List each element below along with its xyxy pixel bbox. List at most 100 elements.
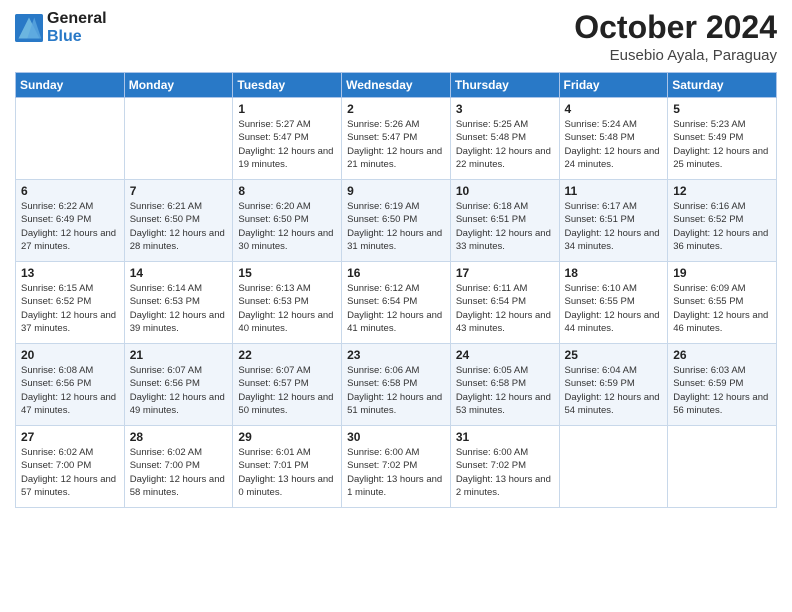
col-sunday: Sunday	[16, 73, 125, 98]
calendar-cell-w4-d7: 26 Sunrise: 6:03 AMSunset: 6:59 PMDayligh…	[668, 344, 777, 426]
day-number: 26	[673, 348, 771, 362]
calendar-cell-w2-d7: 12 Sunrise: 6:16 AMSunset: 6:52 PMDayligh…	[668, 180, 777, 262]
logo-icon	[15, 14, 43, 42]
day-info: Sunrise: 5:27 AMSunset: 5:47 PMDaylight:…	[238, 118, 336, 171]
month-year-title: October 2024	[574, 10, 777, 45]
day-info: Sunrise: 6:15 AMSunset: 6:52 PMDaylight:…	[21, 282, 119, 335]
day-info: Sunrise: 5:23 AMSunset: 5:49 PMDaylight:…	[673, 118, 771, 171]
calendar-cell-w3-d5: 17Sunrise: 6:11 AMSunset: 6:54 PMDayligh…	[450, 262, 559, 344]
calendar-cell-w5-d6	[559, 426, 668, 508]
calendar-header-row: Sunday Monday Tuesday Wednesday Thursday…	[16, 73, 777, 98]
day-number: 28	[130, 430, 228, 444]
day-info: Sunrise: 6:07 AMSunset: 6:57 PMDaylight:…	[238, 364, 336, 417]
calendar-cell-w1-d1	[16, 98, 125, 180]
day-info: Sunrise: 5:26 AMSunset: 5:47 PMDaylight:…	[347, 118, 445, 171]
calendar-cell-w2-d5: 10Sunrise: 6:18 AMSunset: 6:51 PMDayligh…	[450, 180, 559, 262]
day-number: 14	[130, 266, 228, 280]
day-number: 9	[347, 184, 445, 198]
day-number: 16	[347, 266, 445, 280]
day-info: Sunrise: 6:09 AMSunset: 6:55 PMDaylight:…	[673, 282, 771, 335]
calendar-cell-w1-d5: 3Sunrise: 5:25 AMSunset: 5:48 PMDaylight…	[450, 98, 559, 180]
page: General Blue October 2024 Eusebio Ayala,…	[0, 0, 792, 612]
day-number: 6	[21, 184, 119, 198]
day-info: Sunrise: 6:06 AMSunset: 6:58 PMDaylight:…	[347, 364, 445, 417]
calendar-cell-w1-d6: 4 Sunrise: 5:24 AMSunset: 5:48 PMDaylight…	[559, 98, 668, 180]
col-thursday: Thursday	[450, 73, 559, 98]
day-info: Sunrise: 6:00 AMSunset: 7:02 PMDaylight:…	[456, 446, 554, 499]
calendar-cell-w2-d4: 9Sunrise: 6:19 AMSunset: 6:50 PMDaylight…	[342, 180, 451, 262]
location-subtitle: Eusebio Ayala, Paraguay	[574, 47, 777, 64]
col-saturday: Saturday	[668, 73, 777, 98]
calendar-cell-w5-d4: 30Sunrise: 6:00 AMSunset: 7:02 PMDayligh…	[342, 426, 451, 508]
day-info: Sunrise: 6:21 AMSunset: 6:50 PMDaylight:…	[130, 200, 228, 253]
calendar-cell-w1-d7: 5 Sunrise: 5:23 AMSunset: 5:49 PMDaylight…	[668, 98, 777, 180]
col-friday: Friday	[559, 73, 668, 98]
day-number: 27	[21, 430, 119, 444]
calendar-cell-w5-d3: 29 Sunrise: 6:01 AMSunset: 7:01 PMDayligh…	[233, 426, 342, 508]
col-tuesday: Tuesday	[233, 73, 342, 98]
day-info: Sunrise: 6:05 AMSunset: 6:58 PMDaylight:…	[456, 364, 554, 417]
day-number: 13	[21, 266, 119, 280]
day-number: 22	[238, 348, 336, 362]
calendar-cell-w4-d4: 23 Sunrise: 6:06 AMSunset: 6:58 PMDayligh…	[342, 344, 451, 426]
day-number: 7	[130, 184, 228, 198]
calendar-cell-w1-d2	[124, 98, 233, 180]
calendar-cell-w3-d6: 18 Sunrise: 6:10 AMSunset: 6:55 PMDayligh…	[559, 262, 668, 344]
day-info: Sunrise: 6:07 AMSunset: 6:56 PMDaylight:…	[130, 364, 228, 417]
calendar-cell-w2-d1: 6 Sunrise: 6:22 AMSunset: 6:49 PMDaylight…	[16, 180, 125, 262]
day-number: 24	[456, 348, 554, 362]
title-block: October 2024 Eusebio Ayala, Paraguay	[574, 10, 777, 64]
day-number: 25	[565, 348, 663, 362]
calendar-cell-w5-d7	[668, 426, 777, 508]
day-info: Sunrise: 6:18 AMSunset: 6:51 PMDaylight:…	[456, 200, 554, 253]
day-number: 12	[673, 184, 771, 198]
calendar-cell-w4-d6: 25 Sunrise: 6:04 AMSunset: 6:59 PMDayligh…	[559, 344, 668, 426]
day-info: Sunrise: 6:00 AMSunset: 7:02 PMDaylight:…	[347, 446, 445, 499]
day-info: Sunrise: 6:17 AMSunset: 6:51 PMDaylight:…	[565, 200, 663, 253]
day-number: 23	[347, 348, 445, 362]
day-info: Sunrise: 6:22 AMSunset: 6:49 PMDaylight:…	[21, 200, 119, 253]
calendar-cell-w4-d3: 22 Sunrise: 6:07 AMSunset: 6:57 PMDayligh…	[233, 344, 342, 426]
calendar-cell-w5-d1: 27Sunrise: 6:02 AMSunset: 7:00 PMDayligh…	[16, 426, 125, 508]
day-info: Sunrise: 6:08 AMSunset: 6:56 PMDaylight:…	[21, 364, 119, 417]
day-number: 19	[673, 266, 771, 280]
day-info: Sunrise: 6:04 AMSunset: 6:59 PMDaylight:…	[565, 364, 663, 417]
day-number: 1	[238, 102, 336, 116]
col-monday: Monday	[124, 73, 233, 98]
calendar-cell-w4-d2: 21Sunrise: 6:07 AMSunset: 6:56 PMDayligh…	[124, 344, 233, 426]
calendar-cell-w3-d4: 16Sunrise: 6:12 AMSunset: 6:54 PMDayligh…	[342, 262, 451, 344]
day-number: 4	[565, 102, 663, 116]
calendar-cell-w5-d5: 31Sunrise: 6:00 AMSunset: 7:02 PMDayligh…	[450, 426, 559, 508]
calendar-cell-w2-d2: 7 Sunrise: 6:21 AMSunset: 6:50 PMDaylight…	[124, 180, 233, 262]
day-number: 5	[673, 102, 771, 116]
day-info: Sunrise: 6:16 AMSunset: 6:52 PMDaylight:…	[673, 200, 771, 253]
logo: General Blue	[15, 10, 107, 46]
day-info: Sunrise: 6:13 AMSunset: 6:53 PMDaylight:…	[238, 282, 336, 335]
day-info: Sunrise: 6:01 AMSunset: 7:01 PMDaylight:…	[238, 446, 336, 499]
calendar-cell-w1-d3: 1 Sunrise: 5:27 AMSunset: 5:47 PMDaylight…	[233, 98, 342, 180]
calendar-week-4: 20 Sunrise: 6:08 AMSunset: 6:56 PMDayligh…	[16, 344, 777, 426]
calendar-week-3: 13 Sunrise: 6:15 AMSunset: 6:52 PMDayligh…	[16, 262, 777, 344]
day-info: Sunrise: 6:11 AMSunset: 6:54 PMDaylight:…	[456, 282, 554, 335]
calendar-cell-w2-d6: 11Sunrise: 6:17 AMSunset: 6:51 PMDayligh…	[559, 180, 668, 262]
calendar-week-2: 6 Sunrise: 6:22 AMSunset: 6:49 PMDaylight…	[16, 180, 777, 262]
day-number: 2	[347, 102, 445, 116]
header: General Blue October 2024 Eusebio Ayala,…	[15, 10, 777, 64]
day-info: Sunrise: 6:02 AMSunset: 7:00 PMDaylight:…	[130, 446, 228, 499]
calendar-cell-w5-d2: 28 Sunrise: 6:02 AMSunset: 7:00 PMDayligh…	[124, 426, 233, 508]
day-info: Sunrise: 5:25 AMSunset: 5:48 PMDaylight:…	[456, 118, 554, 171]
calendar-table: Sunday Monday Tuesday Wednesday Thursday…	[15, 72, 777, 508]
day-number: 29	[238, 430, 336, 444]
calendar-cell-w3-d7: 19 Sunrise: 6:09 AMSunset: 6:55 PMDayligh…	[668, 262, 777, 344]
day-info: Sunrise: 6:10 AMSunset: 6:55 PMDaylight:…	[565, 282, 663, 335]
calendar-week-5: 27 Sunrise: 6:02 AMSunset: 7:00 PMDayligh…	[16, 426, 777, 508]
calendar-cell-w4-d5: 24 Sunrise: 6:05 AMSunset: 6:58 PMDayligh…	[450, 344, 559, 426]
day-number: 20	[21, 348, 119, 362]
calendar-cell-w3-d3: 15Sunrise: 6:13 AMSunset: 6:53 PMDayligh…	[233, 262, 342, 344]
calendar-week-1: 1 Sunrise: 5:27 AMSunset: 5:47 PMDaylight…	[16, 98, 777, 180]
day-info: Sunrise: 5:24 AMSunset: 5:48 PMDaylight:…	[565, 118, 663, 171]
day-info: Sunrise: 6:14 AMSunset: 6:53 PMDaylight:…	[130, 282, 228, 335]
day-info: Sunrise: 6:03 AMSunset: 6:59 PMDaylight:…	[673, 364, 771, 417]
day-number: 18	[565, 266, 663, 280]
logo-text: General Blue	[47, 10, 107, 46]
